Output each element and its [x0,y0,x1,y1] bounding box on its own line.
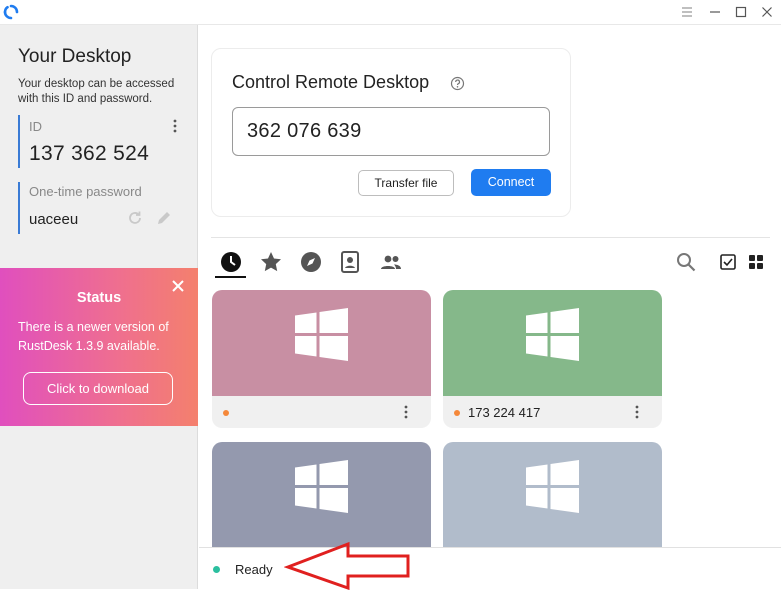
control-remote-card: Control Remote Desktop 362 076 639 Trans… [211,48,571,217]
peer-footer [212,396,431,428]
online-status-dot [223,410,229,416]
peer-card[interactable] [212,290,431,428]
maximize-button[interactable] [731,3,751,21]
windows-icon [526,460,579,513]
status-label: Ready [235,562,273,577]
your-desktop-title: Your Desktop [18,46,132,67]
status-bar: Ready [199,541,781,590]
status-card: Status There is a newer version of RustD… [0,268,198,426]
password-value[interactable]: uaceeu [29,211,78,228]
password-block: One-time password uaceeu [18,182,178,234]
peer-preview[interactable] [443,290,662,396]
group-icon[interactable] [379,250,403,274]
peer-id-label: 173 224 417 [468,405,541,420]
id-block: ID 137 362 524 [18,115,178,168]
peer-card[interactable] [212,442,431,548]
id-more-icon[interactable] [169,118,181,134]
favorites-icon[interactable] [259,250,283,274]
discovered-compass-icon[interactable] [299,250,323,274]
left-panel: Your Desktop Your desktop can be accesse… [0,25,198,589]
title-bar [0,0,781,25]
id-label: ID [29,119,42,134]
active-tab-indicator [215,276,246,278]
close-button[interactable] [757,3,777,21]
peer-preview[interactable] [212,290,431,396]
select-checkbox-icon[interactable] [717,251,739,273]
download-button[interactable]: Click to download [23,372,173,405]
control-title: Control Remote Desktop [232,72,430,92]
annotation-arrow-icon [284,541,410,590]
divider [211,237,770,238]
grid-view-icon[interactable] [745,251,767,273]
edit-icon[interactable] [155,209,173,227]
peer-list-overflow [200,440,781,548]
status-message: There is a newer version of RustDesk 1.3… [18,320,169,353]
peer-preview[interactable] [212,442,431,548]
search-icon[interactable] [675,251,697,273]
peer-card[interactable]: 173 224 417 [443,290,662,428]
transfer-file-button[interactable]: Transfer file [358,170,454,196]
status-title: Status [76,290,122,306]
address-book-icon[interactable] [338,250,362,274]
id-value[interactable]: 137 362 524 [29,142,149,166]
refresh-icon[interactable] [126,209,144,227]
connection-status-dot [213,566,220,573]
minimize-button[interactable] [705,3,725,21]
your-desktop-description: Your desktop can be accessed with this I… [18,78,175,105]
menu-icon[interactable] [677,3,697,21]
password-label: One-time password [29,184,142,199]
recent-sessions-icon[interactable] [219,250,243,274]
windows-icon [295,308,348,361]
peer-more-icon[interactable] [632,404,642,420]
help-icon[interactable] [450,76,465,91]
peer-footer: 173 224 417 [443,396,662,428]
peer-preview[interactable] [443,442,662,548]
peer-card[interactable] [443,442,662,548]
online-status-dot [454,410,460,416]
rustdesk-logo-icon [3,4,19,20]
connect-button[interactable]: Connect [471,169,551,196]
windows-icon [295,460,348,513]
remote-id-input[interactable]: 362 076 639 [232,107,550,156]
windows-icon [526,308,579,361]
peer-more-icon[interactable] [401,404,411,420]
